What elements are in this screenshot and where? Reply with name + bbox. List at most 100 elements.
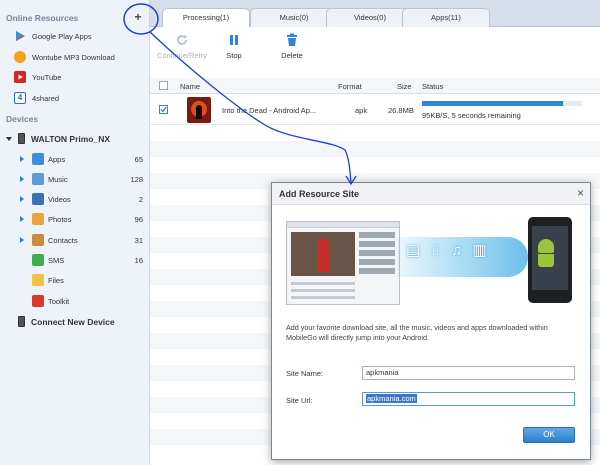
table-header: Name Format Size Status — [150, 78, 600, 94]
chevron-right-icon[interactable] — [20, 216, 24, 222]
stop-label: Stop — [226, 51, 242, 60]
column-status[interactable]: Status — [422, 82, 443, 91]
item-count: 31 — [134, 235, 143, 245]
chevron-down-icon — [6, 136, 12, 141]
row-checkbox[interactable] — [159, 105, 168, 114]
site-name-label: Site Name: — [286, 369, 324, 378]
sidebar-item-toolkit[interactable]: Toolkit — [0, 291, 149, 311]
sidebar-item-videos[interactable]: Videos 2 — [0, 189, 149, 209]
select-all-checkbox[interactable] — [159, 81, 168, 90]
chevron-right-icon[interactable] — [20, 156, 24, 162]
sms-icon — [32, 254, 44, 266]
dialog-description: Add your favorite download site, all the… — [286, 323, 548, 342]
site-url-input[interactable]: apkmania.com — [362, 392, 575, 406]
sidebar-item-label: Files — [48, 275, 64, 285]
sidebar-item-sms[interactable]: SMS 16 — [0, 250, 149, 270]
sidebar-item-label: Apps — [48, 154, 66, 164]
sidebar-item-4shared[interactable]: 4 4shared — [0, 88, 149, 108]
tab-strip: Processing(1) Music(0) Videos(0) Apps(11… — [150, 0, 600, 28]
sidebar-item-contacts[interactable]: Contacts 31 — [0, 230, 149, 250]
row-size: 26.8MB — [388, 106, 414, 115]
toolkit-icon — [32, 295, 44, 307]
video-icon — [32, 193, 44, 205]
close-icon[interactable]: × — [577, 186, 584, 200]
online-resources-heading: Online Resources — [6, 13, 79, 23]
column-name[interactable]: Name — [180, 82, 200, 91]
download-progress-bar — [422, 101, 582, 106]
sidebar-item-label: SMS — [48, 255, 65, 265]
column-format[interactable]: Format — [338, 82, 362, 91]
browser-illustration — [286, 221, 400, 305]
selected-text: apkmania.com — [366, 394, 417, 403]
android-icon — [538, 239, 554, 253]
row-name: Into the Dead - Android Ap... — [222, 106, 317, 115]
item-count: 2 — [138, 194, 143, 204]
sidebar-item-label: Toolkit — [48, 296, 70, 306]
phone-icon — [18, 316, 25, 327]
item-count: 96 — [134, 214, 143, 224]
device-header[interactable]: WALTON Primo_NX — [6, 133, 110, 144]
chevron-right-icon[interactable] — [20, 237, 24, 243]
row-status: 95KB/S, 5 seconds remaining — [422, 111, 521, 120]
apps-icon — [32, 153, 44, 165]
chevron-right-icon[interactable] — [20, 176, 24, 182]
sidebar-item-music[interactable]: Music 128 — [0, 169, 149, 189]
device-name: WALTON Primo_NX — [31, 133, 111, 144]
music-icon — [32, 173, 44, 185]
sidebar: Online Resources + Google Play Apps Wont… — [0, 0, 150, 465]
tab-apps[interactable]: Apps(11) — [402, 8, 490, 27]
item-count: 65 — [134, 154, 143, 164]
sidebar-item-files[interactable]: Files — [0, 270, 149, 290]
sidebar-item-label: Wontube MP3 Download — [32, 52, 115, 62]
continue-retry-button[interactable]: Continue/Retry — [152, 33, 212, 60]
contacts-icon — [32, 234, 44, 246]
sidebar-item-label: 4shared — [32, 93, 60, 103]
trash-icon — [285, 33, 299, 47]
tab-videos[interactable]: Videos(0) — [326, 8, 414, 27]
dialog-illustration: ▤ ⎍ ♫ ▥ — [286, 217, 576, 307]
connect-label: Connect New Device — [31, 316, 115, 327]
item-count: 16 — [134, 255, 143, 265]
sidebar-item-photos[interactable]: Photos 96 — [0, 209, 149, 229]
add-resource-dialog: Add Resource Site × ▤ ⎍ ♫ ▥ Add your fav… — [271, 182, 591, 460]
add-resource-button[interactable]: + — [130, 9, 146, 25]
sidebar-item-youtube[interactable]: YouTube — [0, 67, 149, 87]
progress-fill — [422, 101, 563, 106]
tab-processing[interactable]: Processing(1) — [162, 8, 250, 28]
refresh-icon — [175, 33, 189, 47]
chevron-right-icon[interactable] — [20, 196, 24, 202]
delete-button[interactable]: Delete — [262, 33, 322, 60]
toolbar: Continue/Retry Stop Delete — [150, 27, 600, 75]
item-count: 128 — [130, 174, 143, 184]
sidebar-item-label: Music — [48, 174, 68, 184]
4shared-icon: 4 — [14, 92, 26, 104]
sidebar-item-label: Google Play Apps — [32, 31, 92, 41]
devices-heading: Devices — [6, 114, 39, 124]
phone-icon — [18, 133, 25, 144]
folder-icon — [32, 274, 44, 286]
stop-button[interactable]: Stop — [204, 33, 264, 60]
music-download-icon — [14, 51, 26, 63]
ok-button[interactable]: OK — [523, 427, 575, 443]
sidebar-item-label: Contacts — [48, 235, 78, 245]
sidebar-item-label: YouTube — [32, 72, 62, 82]
android-phone-illustration — [528, 217, 572, 303]
site-name-input[interactable]: apkmania — [362, 366, 575, 380]
table-row[interactable]: Into the Dead - Android Ap... apk 26.8MB… — [150, 95, 600, 125]
play-store-icon — [14, 30, 26, 42]
sidebar-item-apps[interactable]: Apps 65 — [0, 149, 149, 169]
sidebar-item-label: Photos — [48, 214, 72, 224]
table-stripe — [150, 141, 600, 157]
connect-new-device-button[interactable]: Connect New Device — [18, 316, 115, 327]
photos-icon — [32, 213, 44, 225]
app-thumbnail — [187, 97, 211, 123]
pause-icon — [227, 33, 241, 47]
media-icons: ▤ ⎍ ♫ ▥ — [406, 242, 490, 259]
row-format: apk — [355, 106, 368, 115]
column-size[interactable]: Size — [397, 82, 412, 91]
checkmark-icon — [160, 106, 167, 113]
tab-music[interactable]: Music(0) — [250, 8, 338, 27]
sidebar-item-google-play[interactable]: Google Play Apps — [0, 26, 149, 46]
sidebar-item-wontube[interactable]: Wontube MP3 Download — [0, 47, 149, 67]
continue-retry-label: Continue/Retry — [156, 51, 208, 60]
